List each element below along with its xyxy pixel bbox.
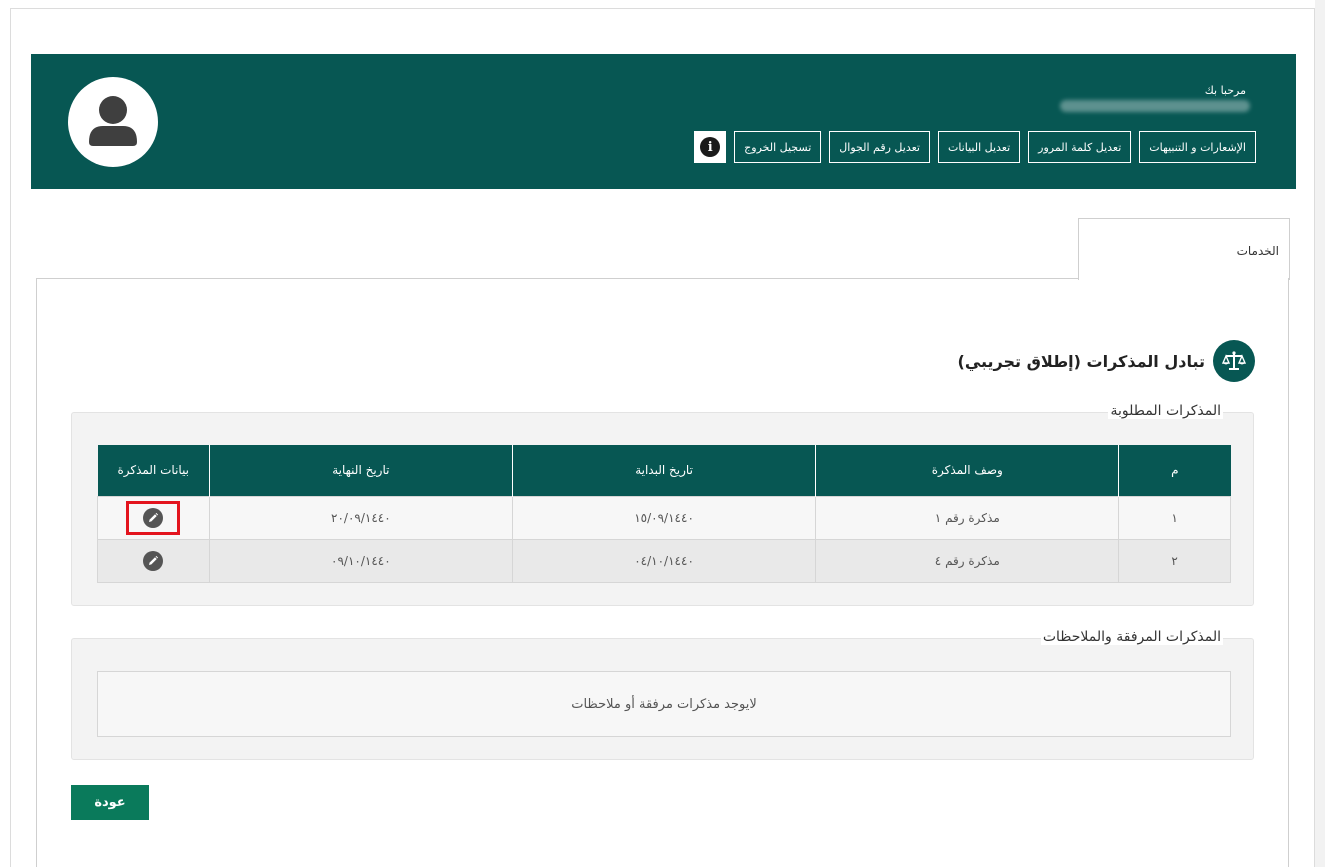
table-header-row: م وصف المذكرة تاريخ البداية تاريخ النهاي… bbox=[97, 445, 1231, 496]
row-end-date: ٠٩/١٠/١٤٤٠ bbox=[208, 538, 513, 583]
row-start-date: ٠٤/١٠/١٤٤٠ bbox=[511, 538, 817, 583]
row-description: مذكرة رقم ١ bbox=[815, 495, 1120, 540]
info-button[interactable]: i bbox=[694, 131, 727, 163]
table-row: ٢ مذكرة رقم ٤ ٠٤/١٠/١٤٤٠ ٠٩/١٠/١٤٤٠ bbox=[97, 538, 1231, 583]
attached-memos-section: المذكرات المرفقة والملاحظات لايوجد مذكرا… bbox=[71, 629, 1254, 760]
scale-icon bbox=[1213, 340, 1255, 382]
edit-highlight-box bbox=[126, 500, 181, 535]
page-title-row: تبادل المذكرات (إطلاق تجريبي) bbox=[958, 340, 1255, 382]
row-description: مذكرة رقم ٤ bbox=[815, 538, 1120, 583]
top-header: مرحبا بك الإشعارات و التنبيهات تعديل كلم… bbox=[31, 54, 1296, 189]
row-number: ٢ bbox=[1118, 538, 1231, 583]
header-nav: الإشعارات و التنبيهات تعديل كلمة المرور … bbox=[694, 131, 1256, 163]
col-end-date: تاريخ النهاية bbox=[208, 445, 513, 496]
user-name-redacted bbox=[1060, 100, 1250, 112]
pencil-icon bbox=[149, 512, 159, 522]
scrollbar[interactable] bbox=[1315, 0, 1325, 867]
tab-services-label: الخدمات bbox=[1236, 244, 1279, 258]
change-password-button[interactable]: تعديل كلمة المرور bbox=[1028, 131, 1132, 163]
row-actions bbox=[97, 538, 210, 583]
avatar[interactable] bbox=[68, 77, 158, 167]
back-button[interactable]: عودة bbox=[71, 785, 149, 820]
row-actions bbox=[97, 495, 210, 540]
page-title: تبادل المذكرات (إطلاق تجريبي) bbox=[957, 351, 1205, 371]
row-end-date: ٢٠/٠٩/١٤٤٠ bbox=[208, 495, 513, 540]
col-number: م bbox=[1118, 445, 1231, 496]
col-start-date: تاريخ البداية bbox=[511, 445, 816, 496]
pencil-icon bbox=[149, 555, 159, 565]
info-icon: i bbox=[700, 137, 721, 157]
tab-services[interactable]: الخدمات bbox=[1078, 218, 1290, 280]
required-memos-legend: المذكرات المطلوبة bbox=[1108, 403, 1223, 419]
row-start-date: ١٥/٠٩/١٤٤٠ bbox=[511, 495, 817, 540]
col-memo-data: بيانات المذكرة bbox=[97, 445, 210, 496]
required-memos-section: المذكرات المطلوبة م وصف المذكرة تاريخ ال… bbox=[71, 403, 1254, 606]
edit-memo-button[interactable] bbox=[143, 507, 164, 528]
attached-memos-legend: المذكرات المرفقة والملاحظات bbox=[1040, 629, 1223, 645]
table-row: ١ مذكرة رقم ١ ١٥/٠٩/١٤٤٠ ٢٠/٠٩/١٤٤٠ bbox=[97, 495, 1231, 540]
edit-profile-button[interactable]: تعديل البيانات bbox=[937, 131, 1021, 163]
col-description: وصف المذكرة bbox=[815, 445, 1119, 496]
empty-state-message: لايوجد مذكرات مرفقة أو ملاحظات bbox=[97, 671, 1231, 737]
notifications-button[interactable]: الإشعارات و التنبيهات bbox=[1139, 131, 1256, 163]
row-number: ١ bbox=[1118, 495, 1231, 540]
edit-mobile-button[interactable]: تعديل رقم الجوال bbox=[829, 131, 930, 163]
edit-memo-button[interactable] bbox=[143, 550, 164, 571]
logout-button[interactable]: تسجيل الخروج bbox=[734, 131, 822, 163]
welcome-text: مرحبا بك bbox=[1204, 84, 1246, 97]
memos-table: م وصف المذكرة تاريخ البداية تاريخ النهاي… bbox=[97, 445, 1231, 583]
user-icon bbox=[89, 96, 137, 146]
